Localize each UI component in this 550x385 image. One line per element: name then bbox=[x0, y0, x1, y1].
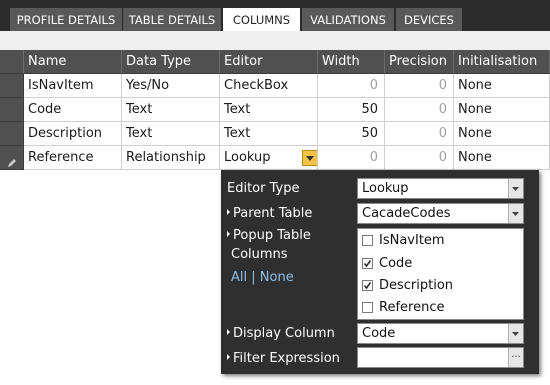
editor-type-select[interactable]: Lookup bbox=[357, 178, 524, 199]
parent-table-value: CacadeCodes bbox=[362, 206, 451, 221]
column-header-data-type[interactable]: Data Type bbox=[122, 50, 220, 74]
column-header-editor[interactable]: Editor bbox=[220, 50, 318, 74]
column-header-precision[interactable]: Precision bbox=[385, 50, 454, 74]
popup-columns-checklist: IsNavItem Code Description Reference bbox=[357, 228, 524, 320]
column-header-width[interactable]: Width bbox=[318, 50, 385, 74]
display-column-dropdown-arrow[interactable] bbox=[508, 324, 523, 343]
cell-name[interactable]: Description bbox=[24, 122, 122, 146]
tab-content-spacer bbox=[0, 31, 550, 50]
column-header-initialisation[interactable]: Initialisation bbox=[454, 50, 550, 74]
chevron-down-icon bbox=[512, 332, 519, 336]
cell-precision[interactable]: 0 bbox=[385, 98, 454, 122]
grid-header-row: Name Data Type Editor Width Precision In… bbox=[0, 50, 550, 74]
table-row[interactable]: Description Text Text 50 0 None bbox=[0, 122, 550, 146]
expand-triangle-icon bbox=[227, 329, 230, 335]
editor-type-label: Editor Type bbox=[227, 181, 300, 196]
select-none-link[interactable]: None bbox=[260, 270, 294, 285]
cell-data-type[interactable]: Relationship bbox=[122, 146, 220, 170]
display-column-value: Code bbox=[362, 326, 396, 341]
parent-table-select[interactable]: CacadeCodes bbox=[357, 203, 524, 224]
chevron-down-icon bbox=[512, 187, 519, 191]
cell-width[interactable]: 50 bbox=[318, 98, 385, 122]
tab-table-details[interactable]: TABLE DETAILS bbox=[123, 8, 221, 32]
select-all-link[interactable]: All bbox=[231, 270, 247, 285]
cell-width[interactable]: 0 bbox=[318, 146, 385, 170]
cell-editor[interactable]: CheckBox bbox=[220, 74, 318, 98]
cell-initialisation[interactable]: None bbox=[454, 74, 550, 98]
cell-precision[interactable]: 0 bbox=[385, 146, 454, 170]
row-indicator[interactable] bbox=[0, 98, 24, 122]
tab-profile-details[interactable]: PROFILE DETAILS bbox=[10, 8, 122, 32]
chevron-down-icon bbox=[512, 212, 519, 216]
expand-triangle-icon bbox=[227, 354, 230, 360]
link-separator: | bbox=[251, 270, 256, 285]
checkbox-checked[interactable] bbox=[362, 258, 373, 269]
select-links: All | None bbox=[231, 270, 294, 285]
tab-validations[interactable]: VALIDATIONS bbox=[302, 8, 394, 32]
cell-initialisation[interactable]: None bbox=[454, 146, 550, 170]
row-indicator[interactable] bbox=[0, 74, 24, 98]
popup-table-columns-label: Popup Table bbox=[227, 227, 311, 245]
editor-dropdown-button[interactable] bbox=[302, 150, 317, 166]
cell-initialisation[interactable]: None bbox=[454, 98, 550, 122]
chevron-down-icon bbox=[306, 156, 314, 161]
table-row-editing[interactable]: Reference Relationship Lookup 0 0 None bbox=[0, 146, 550, 170]
cell-name[interactable]: Code bbox=[24, 98, 122, 122]
cell-editor-lookup[interactable]: Lookup bbox=[220, 146, 318, 170]
filter-expression-label: Filter Expression bbox=[227, 350, 340, 368]
table-row[interactable]: Code Text Text 50 0 None bbox=[0, 98, 550, 122]
cell-name[interactable]: Reference bbox=[24, 146, 122, 170]
display-column-select[interactable]: Code bbox=[357, 323, 524, 344]
checkmark-icon bbox=[363, 282, 372, 290]
popup-table-columns-label-line2: Columns bbox=[231, 247, 288, 262]
cell-data-type[interactable]: Text bbox=[122, 122, 220, 146]
row-indicator-editing[interactable] bbox=[0, 146, 24, 170]
tab-devices[interactable]: DEVICES bbox=[396, 8, 462, 32]
row-indicator[interactable] bbox=[0, 122, 24, 146]
cell-initialisation[interactable]: None bbox=[454, 122, 550, 146]
cell-width[interactable]: 50 bbox=[318, 122, 385, 146]
checkbox-checked[interactable] bbox=[362, 280, 373, 291]
table-row[interactable]: IsNavItem Yes/No CheckBox 0 0 None bbox=[0, 74, 550, 98]
expand-triangle-icon bbox=[227, 231, 230, 237]
column-header-name[interactable]: Name bbox=[24, 50, 122, 74]
parent-table-label: Parent Table bbox=[227, 205, 312, 223]
tab-bar: PROFILE DETAILS TABLE DETAILS COLUMNS VA… bbox=[0, 0, 550, 32]
checkmark-icon bbox=[363, 260, 372, 268]
cell-editor[interactable]: Text bbox=[220, 98, 318, 122]
expand-triangle-icon bbox=[227, 209, 230, 215]
cell-width[interactable]: 0 bbox=[318, 74, 385, 98]
cell-data-type[interactable]: Text bbox=[122, 98, 220, 122]
cell-precision[interactable]: 0 bbox=[385, 122, 454, 146]
cell-data-type[interactable]: Yes/No bbox=[122, 74, 220, 98]
editor-type-value: Lookup bbox=[362, 181, 409, 196]
row-indicator-header bbox=[0, 50, 24, 74]
parent-table-dropdown-arrow[interactable] bbox=[508, 204, 523, 223]
editor-type-dropdown-arrow[interactable] bbox=[508, 179, 523, 198]
checkbox-unchecked[interactable] bbox=[362, 235, 373, 246]
display-column-label: Display Column bbox=[227, 325, 335, 343]
cell-editor[interactable]: Text bbox=[220, 122, 318, 146]
tab-columns[interactable]: COLUMNS bbox=[223, 8, 300, 32]
cell-precision[interactable]: 0 bbox=[385, 74, 454, 98]
cell-name[interactable]: IsNavItem bbox=[24, 74, 122, 98]
checkbox-unchecked[interactable] bbox=[362, 302, 373, 313]
filter-expression-input[interactable]: ... bbox=[357, 347, 524, 368]
pencil-icon bbox=[7, 153, 17, 169]
lookup-editor-panel: Editor Type Lookup Parent Table CacadeCo… bbox=[221, 170, 539, 374]
editor-value: Lookup bbox=[224, 150, 271, 165]
ellipsis-button[interactable]: ... bbox=[508, 348, 523, 367]
